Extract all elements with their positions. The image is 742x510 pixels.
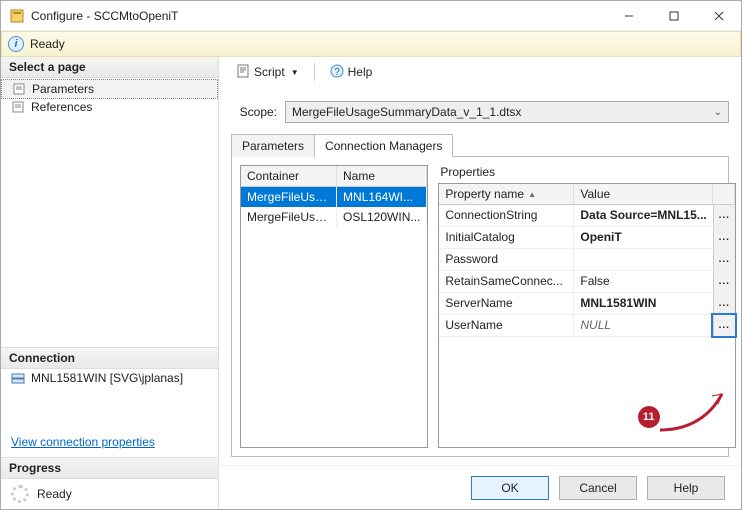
window-root: Configure - SCCMtoOpeniT i Ready Select … [0,0,742,510]
ellipsis-button[interactable]: ... [713,227,735,248]
col-property-name[interactable]: Property name ▲ [439,184,574,204]
scope-row: Scope: MergeFileUsageSummaryData_v_1_1.d… [231,101,729,123]
toolbar: Script ▼ ? Help [219,57,741,87]
ellipsis-button[interactable]: ... [713,293,735,314]
body: Select a page Parameters References Conn… [1,57,741,509]
properties-panel: Properties Property name ▲ Value Connect… [438,165,735,448]
properties-header: Property name ▲ Value [439,184,734,205]
script-button[interactable]: Script ▼ [229,61,306,84]
property-name: ServerName [439,293,574,314]
page-icon [11,100,25,114]
cell-name: OSL120WIN... [337,207,427,227]
property-value [574,249,712,270]
svg-text:?: ? [334,67,340,78]
property-name: Password [439,249,574,270]
property-row[interactable]: UserName NULL ... [439,315,734,337]
property-row[interactable]: InitialCatalog OpeniT ... [439,227,734,249]
view-connection-properties-link[interactable]: View connection properties [1,427,218,457]
select-page-header: Select a page [1,57,218,78]
connection-value: MNL1581WIN [SVG\jplanas] [31,371,183,385]
app-icon [9,8,25,24]
tabs: Parameters Connection Managers [231,133,729,156]
page-list: Parameters References [1,78,218,118]
maximize-button[interactable] [651,1,696,30]
scope-select[interactable]: MergeFileUsageSummaryData_v_1_1.dtsx ⌄ [285,101,729,123]
property-row[interactable]: Password ... [439,249,734,271]
property-name: ConnectionString [439,205,574,226]
sort-asc-icon: ▲ [528,190,536,199]
connection-header: Connection [1,347,218,369]
cell-container: MergeFileUsag... [241,187,337,207]
page-item-label: References [31,100,92,114]
progress-row: Ready [1,479,218,509]
scope-label: Scope: [231,105,277,119]
window-controls [606,1,741,30]
property-row[interactable]: ConnectionString Data Source=MNL15... ..… [439,205,734,227]
scope-value: MergeFileUsageSummaryData_v_1_1.dtsx [292,105,521,119]
minimize-button[interactable] [606,1,651,30]
info-icon: i [8,36,24,52]
col-container[interactable]: Container [241,166,337,186]
help-icon: ? [330,64,344,81]
script-icon [236,64,250,81]
progress-spinner-icon [11,485,29,503]
window-title: Configure - SCCMtoOpeniT [31,9,606,23]
help-label: Help [348,65,373,79]
status-strip: i Ready [1,31,741,57]
dialog-footer: OK Cancel Help [219,465,741,509]
grid-header: Container Name [241,166,427,187]
page-item-references[interactable]: References [1,98,218,116]
ellipsis-button[interactable]: ... [713,315,735,336]
tab-body: Container Name MergeFileUsag... MNL164WI… [231,156,729,457]
ok-button[interactable]: OK [471,476,549,500]
grid-row[interactable]: MergeFileUsag... MNL164WI... [241,187,427,207]
property-name: UserName [439,315,574,336]
cancel-button[interactable]: Cancel [559,476,637,500]
annotation-arrow-icon [652,382,732,442]
status-text: Ready [30,37,65,51]
property-value: Data Source=MNL15... [574,205,712,226]
tab-parameters[interactable]: Parameters [231,134,315,157]
page-item-label: Parameters [32,82,94,96]
ellipsis-button[interactable]: ... [713,271,735,292]
help-button[interactable]: ? Help [323,61,380,84]
toolbar-separator [314,63,315,81]
content-area: Scope: MergeFileUsageSummaryData_v_1_1.d… [219,87,741,465]
property-name: InitialCatalog [439,227,574,248]
progress-text: Ready [37,487,72,501]
grid-row[interactable]: MergeFileUsag... OSL120WIN... [241,207,427,227]
property-value: MNL1581WIN [574,293,712,314]
property-value: OpeniT [574,227,712,248]
left-pane: Select a page Parameters References Conn… [1,57,219,509]
col-name[interactable]: Name [337,166,427,186]
page-icon [12,82,26,96]
chevron-down-icon: ⌄ [714,107,722,118]
property-value: False [574,271,712,292]
property-name: RetainSameConnec... [439,271,574,292]
help-footer-button[interactable]: Help [647,476,725,500]
property-value: NULL [574,315,712,336]
cell-container: MergeFileUsag... [241,207,337,227]
script-label: Script [254,65,285,79]
col-action [713,184,735,204]
ellipsis-button[interactable]: ... [713,249,735,270]
ellipsis-button[interactable]: ... [713,205,735,226]
properties-title: Properties [438,165,735,183]
connection-value-row: MNL1581WIN [SVG\jplanas] [1,369,218,387]
server-icon [11,371,25,385]
titlebar: Configure - SCCMtoOpeniT [1,1,741,31]
right-pane: Script ▼ ? Help Scope: MergeFileUsageSum… [219,57,741,509]
connection-managers-grid: Container Name MergeFileUsag... MNL164WI… [240,165,428,448]
property-row[interactable]: RetainSameConnec... False ... [439,271,734,293]
chevron-down-icon: ▼ [291,68,299,77]
page-item-parameters[interactable]: Parameters [1,79,218,99]
property-row[interactable]: ServerName MNL1581WIN ... [439,293,734,315]
progress-header: Progress [1,457,218,479]
close-button[interactable] [696,1,741,30]
cell-name: MNL164WI... [337,187,427,207]
col-value[interactable]: Value [574,184,712,204]
tab-connection-managers[interactable]: Connection Managers [314,134,453,157]
